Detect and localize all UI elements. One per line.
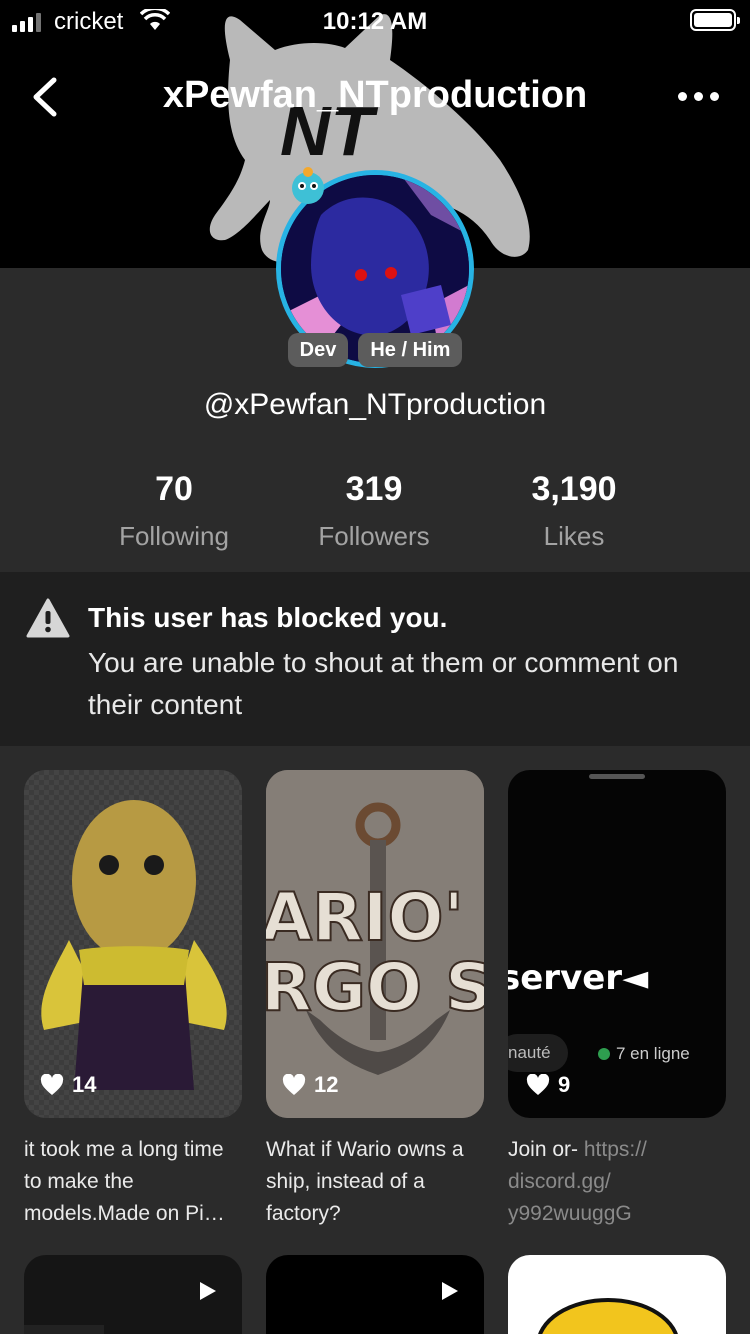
stat-label: Likes [543,521,605,551]
post-art-text: RGO SH [266,949,484,1026]
battery-icon [690,9,740,31]
post-likes: 12 [282,1072,338,1098]
caption-text: Join or- [508,1138,584,1161]
blocked-title: This user has blocked you. [88,602,448,633]
like-count: 14 [72,1072,97,1097]
pronoun-tag: He / Him [358,333,463,367]
more-options-icon[interactable] [678,84,726,108]
heart-icon [282,1074,306,1095]
profile-handle: @xPewfan_NTproduction [203,388,547,421]
warning-icon [26,598,70,638]
heart-icon [40,1074,64,1095]
post-likes: 9 [526,1072,570,1098]
followers-stat[interactable]: 319 Followers [264,470,484,552]
post-caption[interactable]: it took me a long time to make the model… [24,1134,246,1230]
post-thumbnail [24,770,242,1118]
post-thumbnail [537,1298,679,1334]
post-caption[interactable]: Join or- https:// discord.gg/ y992wuuggG [508,1134,730,1230]
blocked-message: You are unable to shout at them or comme… [88,647,679,720]
stat-value: 70 [155,470,193,508]
post-card[interactable]: 14 [24,770,242,1118]
community-pill: nauté [508,1034,568,1072]
role-tag: Dev [287,333,349,367]
post-card[interactable]: server◄ nauté 7 en ligne 9 [508,770,726,1118]
online-pill: 7 en ligne [598,1044,690,1064]
stat-label: Following [119,521,229,551]
following-stat[interactable]: 70 Following [64,470,284,552]
avatar-badge-icon [292,167,324,204]
stat-label: Followers [318,521,430,551]
thumbnail-detail [24,1325,104,1334]
post-card[interactable] [266,1255,484,1334]
profile-tags: Dev He / Him [0,333,750,367]
play-icon [442,1282,458,1300]
post-thumbnail: ARIO' RGO SH [266,770,484,1118]
online-count: 7 en ligne [616,1044,690,1063]
post-art-text: ARIO' [266,879,464,956]
online-dot-icon [598,1048,610,1060]
stat-value: 319 [345,470,403,508]
likes-stat: 3,190 Likes [464,470,684,552]
like-count: 12 [314,1072,339,1097]
notch-bar [589,774,645,779]
post-caption[interactable]: What if Wario owns a ship, instead of a … [266,1134,488,1230]
heart-icon [526,1074,550,1095]
post-card[interactable]: ARIO' RGO SH 12 [266,770,484,1118]
profile-stats: 70 Following 319 Followers 3,190 Likes [0,470,750,570]
stat-value: 3,190 [531,470,617,508]
post-art-text: server◄ [508,958,649,998]
play-icon [200,1282,216,1300]
blocked-notice: This user has blocked you. You are unabl… [0,572,750,746]
page-title: xPewfan_NTproduction [162,74,588,116]
status-bar: cricket 10:12 AM [0,0,750,42]
post-likes: 14 [40,1072,96,1098]
post-card[interactable] [508,1255,726,1334]
post-card[interactable] [24,1255,242,1334]
like-count: 9 [558,1072,571,1097]
status-time: 10:12 AM [322,8,428,35]
